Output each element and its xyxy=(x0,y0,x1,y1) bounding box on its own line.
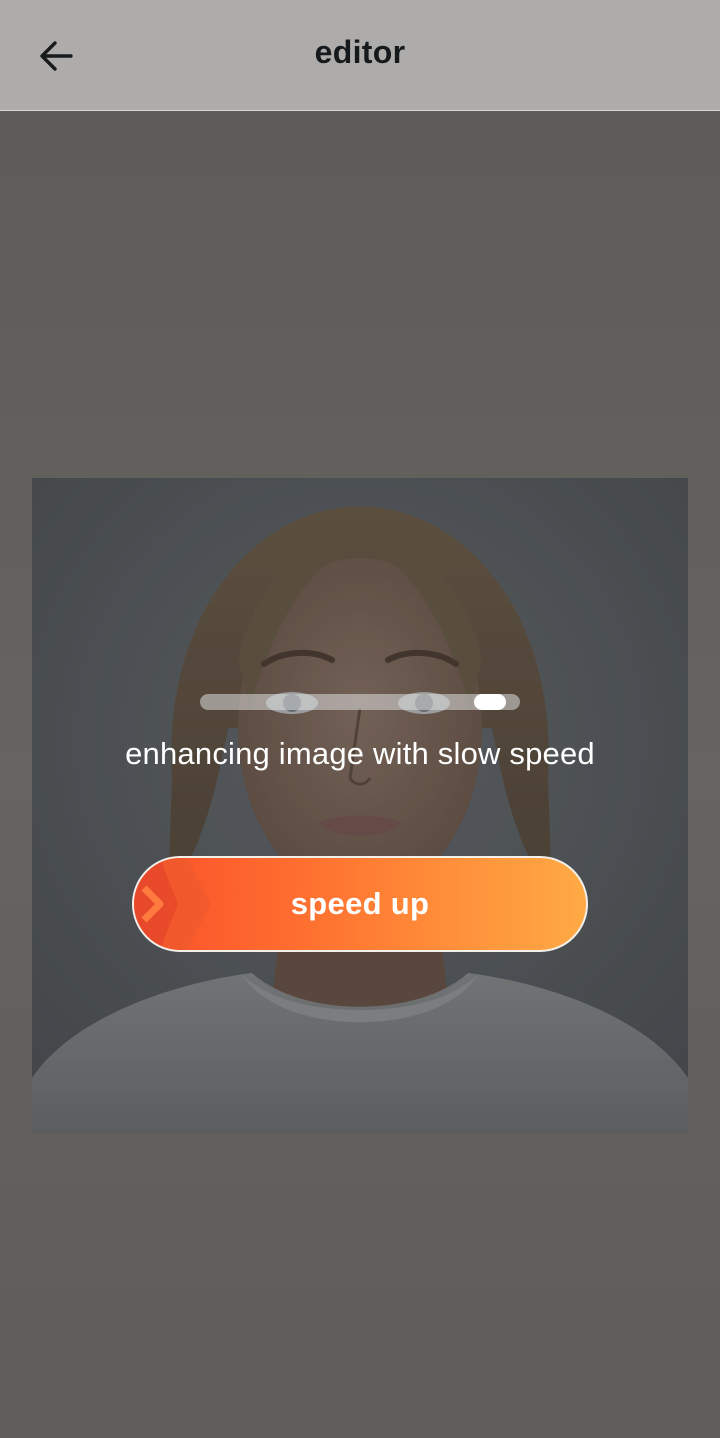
speed-up-label: speed up xyxy=(290,886,430,921)
enhance-status-text: enhancing image with slow speed xyxy=(125,736,595,771)
portrait-image xyxy=(32,478,688,1134)
enhance-progress-bar xyxy=(200,694,520,710)
progress-indicator xyxy=(474,694,506,710)
speed-up-button[interactable]: speed up xyxy=(132,856,588,952)
app-bar: editor xyxy=(0,0,720,111)
image-dim-overlay xyxy=(32,478,688,1134)
page-title: editor xyxy=(314,34,406,70)
